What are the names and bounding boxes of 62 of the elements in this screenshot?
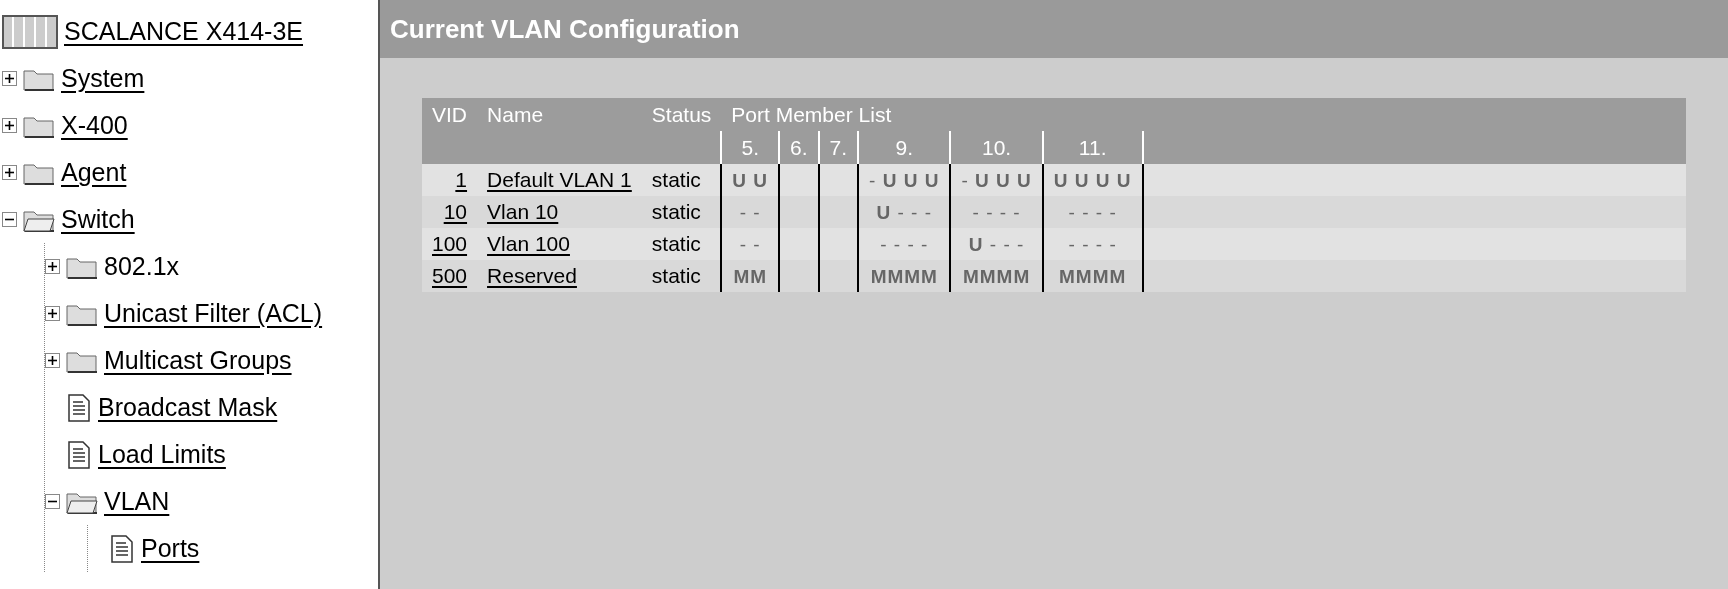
- tree-item[interactable]: Ports: [141, 534, 200, 563]
- port-membership: MMMM: [1059, 266, 1127, 287]
- tree-item[interactable]: 802.1x: [104, 252, 180, 281]
- port-membership: - - - -: [1068, 234, 1117, 255]
- tree-item[interactable]: Agent: [61, 158, 127, 187]
- port-header: 9.: [858, 131, 951, 164]
- tree-item[interactable]: X-400: [61, 111, 128, 140]
- tree-item[interactable]: Load Limits: [98, 440, 226, 469]
- port-membership: MM: [733, 266, 768, 287]
- port-membership: - -: [739, 202, 761, 223]
- port-membership: U - - -: [968, 234, 1025, 255]
- column-header: Port Member List: [721, 98, 1143, 131]
- port-membership: U U: [732, 170, 769, 191]
- tree-item[interactable]: Switch: [61, 205, 135, 234]
- port-membership: - - - -: [880, 234, 929, 255]
- document-icon: [66, 393, 92, 422]
- port-membership: U U U U: [1053, 170, 1132, 191]
- collapse-icon[interactable]: [45, 494, 60, 509]
- tree-item[interactable]: VLAN: [104, 487, 170, 516]
- expand-icon[interactable]: [2, 118, 17, 133]
- vlan-name-link[interactable]: Reserved: [487, 264, 577, 287]
- page-title: Current VLAN Configuration: [390, 13, 740, 45]
- vlan-id-link[interactable]: 100: [432, 232, 468, 255]
- port-membership: U - - -: [876, 202, 933, 223]
- status-text: static: [651, 200, 701, 223]
- port-membership: - U U U: [961, 170, 1032, 191]
- tree-item[interactable]: System: [61, 64, 145, 93]
- expand-icon[interactable]: [45, 353, 60, 368]
- status-text: static: [651, 264, 701, 287]
- expand-icon[interactable]: [45, 306, 60, 321]
- expand-icon[interactable]: [45, 259, 60, 274]
- port-membership: - - - -: [1068, 202, 1117, 223]
- status-text: static: [651, 168, 701, 191]
- document-icon: [109, 534, 135, 563]
- status-text: static: [651, 232, 701, 255]
- expand-icon[interactable]: [2, 71, 17, 86]
- collapse-icon[interactable]: [2, 212, 17, 227]
- port-membership: - -: [739, 234, 761, 255]
- vlan-id-link[interactable]: 500: [432, 264, 468, 287]
- column-header: Status: [641, 98, 722, 131]
- port-membership: - - - -: [972, 202, 1021, 223]
- vlan-name-link[interactable]: Vlan 100: [487, 232, 570, 255]
- port-header: 10.: [950, 131, 1043, 164]
- column-header: VID: [422, 98, 478, 131]
- port-header: 11.: [1042, 131, 1143, 164]
- port-header: 6.: [779, 131, 819, 164]
- tree-item[interactable]: Multicast Groups: [104, 346, 292, 375]
- port-header: 7.: [818, 131, 859, 164]
- port-membership: MMMM: [870, 266, 938, 287]
- vlan-id-link[interactable]: 10: [443, 200, 468, 223]
- device-link[interactable]: SCALANCE X414-3E: [64, 17, 303, 46]
- port-header: 5.: [721, 131, 780, 164]
- expand-icon[interactable]: [2, 165, 17, 180]
- vlan-name-link[interactable]: Vlan 10: [487, 200, 559, 223]
- tree-item[interactable]: Broadcast Mask: [98, 393, 278, 422]
- column-header: Name: [477, 98, 642, 131]
- document-icon: [66, 440, 92, 469]
- tree-item[interactable]: Unicast Filter (ACL): [104, 299, 323, 328]
- vlan-name-link[interactable]: Default VLAN 1: [487, 168, 632, 191]
- port-membership: - U U U: [869, 170, 940, 191]
- vlan-id-link[interactable]: 1: [455, 168, 468, 191]
- port-membership: MMMM: [962, 266, 1031, 287]
